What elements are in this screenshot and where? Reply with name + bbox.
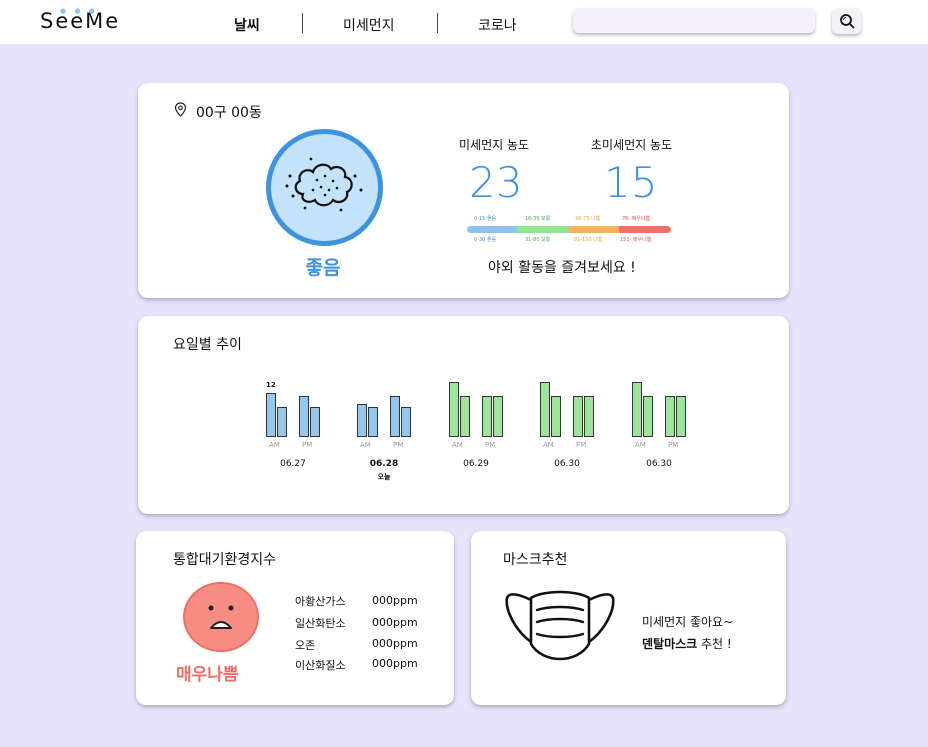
- gas-name: 일산화탄소: [295, 617, 346, 630]
- search-input[interactable]: [573, 8, 815, 33]
- scale-top-label: 0-15 좋음: [474, 216, 497, 222]
- gas-name: 오존: [295, 639, 316, 652]
- nav-weather[interactable]: 날씨: [234, 15, 260, 35]
- scale-bottom-label: 31-80 보통: [525, 237, 551, 243]
- trend-pm-bar-1: [482, 396, 492, 437]
- weekly-trend-card: 요일별 추이 AM PM 06.27 12 AM PM 06.28 오늘 AM PM 06.29 AM…: [138, 316, 789, 514]
- mask-message-suffix: 추천 !: [697, 637, 732, 651]
- pm10-value: 23: [469, 158, 523, 207]
- trend-am-bar-2: [643, 396, 653, 437]
- day-date-label: 06.28: [369, 459, 399, 469]
- nav-divider: [437, 13, 438, 33]
- bar-value-label: 12: [266, 380, 276, 389]
- mask-message-line1: 미세먼지 좋아요~: [642, 615, 734, 629]
- activity-message: 야외 활동을 즐겨보세요 !: [488, 260, 636, 276]
- face-mask-icon: [505, 590, 615, 661]
- trend-am-bar-2: [368, 407, 378, 437]
- pm10-label: 미세먼지 농도: [459, 138, 530, 152]
- trend-pm-bar-2: [493, 396, 503, 437]
- nav-divider: [302, 13, 303, 33]
- trend-pm-bar-2: [401, 407, 411, 437]
- pm25-label: 초미세먼지 농도: [591, 138, 673, 152]
- scale-bottom-label: 81-150 나쁨: [574, 237, 603, 243]
- gas-value: 000ppm: [372, 616, 418, 629]
- trend-am-bar-1: [632, 381, 642, 437]
- gas-value: 000ppm: [372, 657, 418, 670]
- pm-label: PM: [393, 441, 404, 449]
- mask-recommend-card: 마스크추천 미세먼지 좋아요~ 덴탈마스크 추천 !: [471, 531, 786, 705]
- mask-message-line2: 덴탈마스크 추천 !: [642, 635, 732, 652]
- search-button[interactable]: [832, 8, 861, 34]
- logo-droplets: ● ● ●: [60, 7, 98, 15]
- trend-am-bar-1: [449, 381, 459, 437]
- scale-bottom-label: 151- 매우나쁨: [620, 237, 652, 243]
- day-date-label: 06.30: [554, 459, 580, 469]
- scale-segment-very-bad: [619, 226, 671, 233]
- am-label: AM: [269, 441, 280, 449]
- status-circle: [266, 129, 383, 246]
- am-label: AM: [543, 441, 554, 449]
- mask-type: 덴탈마스크: [642, 637, 698, 651]
- day-date-label: 06.30: [646, 459, 672, 469]
- sad-face-icon: [208, 605, 234, 629]
- trend-am-bar-2: [551, 396, 561, 437]
- am-label: AM: [635, 441, 646, 449]
- pm25-value: 15: [604, 158, 658, 207]
- today-label: 오늘: [377, 473, 391, 481]
- gas-name: 이산화질소: [295, 659, 346, 672]
- trend-am-bar-1: [266, 392, 276, 437]
- trend-am-bar-1: [540, 381, 550, 437]
- scale-bottom-label: 0-30 좋음: [474, 237, 497, 243]
- weekly-bar-chart: AM PM 06.27 12 AM PM 06.28 오늘 AM PM 06.29 AM PM 06.30…: [138, 316, 789, 514]
- cloud-dust-icon: [285, 157, 363, 212]
- scale-segment-good: [467, 226, 517, 233]
- trend-am-bar-2: [277, 407, 287, 437]
- top-navbar: SeeMe ● ● ● 날씨 미세먼지 코로나: [0, 0, 928, 44]
- am-label: AM: [360, 441, 371, 449]
- map-pin-icon: [174, 102, 187, 117]
- trend-pm-bar-1: [665, 396, 675, 437]
- scale-top-label: 16-35 보통: [525, 216, 551, 222]
- pm-label: PM: [576, 441, 587, 449]
- scale-top-label: 36-75 나쁨: [575, 216, 601, 222]
- trend-pm-bar-1: [573, 396, 583, 437]
- pm-label: PM: [668, 441, 679, 449]
- day-date-label: 06.27: [280, 459, 306, 469]
- trend-pm-bar-2: [584, 396, 594, 437]
- nav-corona[interactable]: 코로나: [478, 15, 517, 35]
- trend-am-bar-2: [460, 396, 470, 437]
- am-label: AM: [452, 441, 463, 449]
- concentration-scale-bar: [467, 226, 671, 233]
- scale-segment-bad: [569, 226, 619, 233]
- mask-recommend-title: 마스크추천: [503, 552, 568, 568]
- air-quality-card: 통합대기환경지수 매우나쁨 아황산가스 000ppm 일산화탄소 000ppm …: [136, 531, 454, 705]
- air-quality-face: [183, 582, 259, 652]
- gas-name: 아황산가스: [295, 595, 346, 608]
- air-quality-status: 매우나쁨: [176, 665, 239, 685]
- trend-am-bar-1: [357, 403, 367, 437]
- current-status-card: 00구 00동 좋음 미세먼지 농도 23 초미세먼지 농도 15 0-15 좋…: [138, 83, 789, 298]
- trend-pm-bar-2: [310, 407, 320, 437]
- nav-fine-dust[interactable]: 미세먼지: [343, 15, 395, 35]
- gas-value: 000ppm: [372, 637, 418, 650]
- air-quality-title: 통합대기환경지수: [173, 552, 277, 568]
- search-icon: [839, 14, 854, 29]
- scale-top-label: 76- 매우나쁨: [622, 216, 651, 222]
- trend-pm-bar-2: [676, 396, 686, 437]
- trend-pm-bar-1: [390, 396, 400, 437]
- scale-segment-normal: [517, 226, 569, 233]
- trend-pm-bar-1: [299, 396, 309, 437]
- gas-value: 000ppm: [372, 594, 418, 607]
- pm-label: PM: [485, 441, 496, 449]
- day-date-label: 06.29: [463, 459, 489, 469]
- location-label: 00구 00동: [196, 105, 262, 121]
- pm-label: PM: [302, 441, 313, 449]
- status-label: 좋음: [305, 257, 341, 279]
